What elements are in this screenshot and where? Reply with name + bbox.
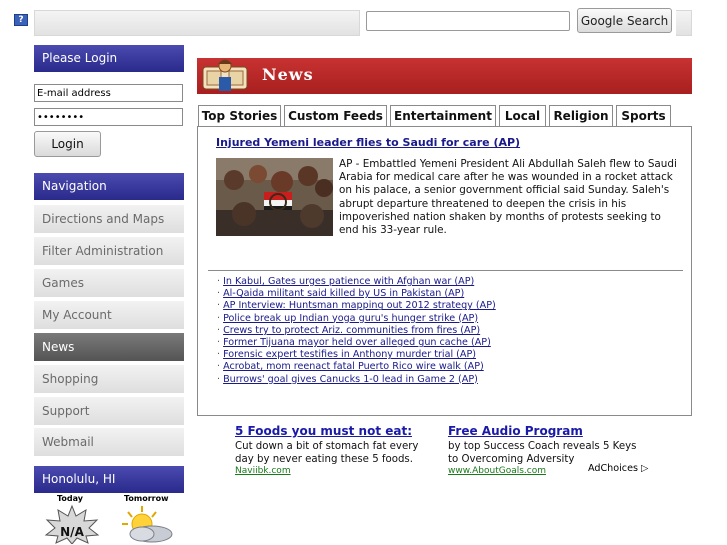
ad-url[interactable]: Naviibk.com <box>235 466 430 476</box>
nav-item-directions-and-maps[interactable]: Directions and Maps <box>34 205 184 233</box>
tab-custom-feeds[interactable]: Custom Feeds <box>284 105 387 126</box>
password-field[interactable] <box>34 108 183 126</box>
top-bar-end <box>676 10 692 36</box>
nav-item-news[interactable]: News <box>34 333 184 361</box>
google-search-button[interactable]: Google Search <box>577 8 672 33</box>
nav-item-filter-administration[interactable]: Filter Administration <box>34 237 184 265</box>
tab-entertainment[interactable]: Entertainment <box>390 105 496 126</box>
top-story-body: AP - Embattled Yemeni President Ali Abdu… <box>339 158 677 237</box>
tab-religion[interactable]: Religion <box>549 105 613 126</box>
ad-block: 5 Foods you must not eat: Cut down a bit… <box>235 424 430 476</box>
top-bar <box>34 10 360 36</box>
nav-item-shopping[interactable]: Shopping <box>34 365 184 393</box>
tab-local[interactable]: Local <box>499 105 546 126</box>
email-field[interactable] <box>34 84 183 102</box>
related-stories-list: · In Kabul, Gates urges patience with Afg… <box>217 276 496 386</box>
help-icon[interactable]: ? <box>14 14 28 26</box>
newsreader-icon <box>202 59 248 91</box>
nav-item-support[interactable]: Support <box>34 397 184 425</box>
top-story-headline[interactable]: Injured Yemeni leader flies to Saudi for… <box>216 136 520 149</box>
list-item[interactable]: · Forensic expert testifies in Anthony mu… <box>217 349 496 361</box>
weather-today-label: Today <box>57 494 83 503</box>
weather-today-value: N/A <box>60 525 84 539</box>
news-title: News <box>262 65 314 84</box>
list-item[interactable]: · Al-Qaida militant said killed by US in … <box>217 288 496 300</box>
tab-sports[interactable]: Sports <box>616 105 671 126</box>
weather-tomorrow-label: Tomorrow <box>124 494 169 503</box>
list-item[interactable]: · In Kabul, Gates urges patience with Afg… <box>217 276 496 288</box>
story-divider <box>208 270 683 271</box>
nav-item-webmail[interactable]: Webmail <box>34 428 184 456</box>
list-item[interactable]: · Acrobat, mom reenact fatal Puerto Rico … <box>217 361 496 373</box>
nav-item-my-account[interactable]: My Account <box>34 301 184 329</box>
list-item[interactable]: · Burrows' goal gives Canucks 1-0 lead in… <box>217 374 496 386</box>
list-item[interactable]: · Police break up Indian yoga guru's hung… <box>217 313 496 325</box>
login-button[interactable]: Login <box>34 131 101 157</box>
navigation-header: Navigation <box>34 173 184 200</box>
search-input[interactable] <box>366 11 570 31</box>
weather-location-header: Honolulu, HI <box>34 466 184 493</box>
list-item[interactable]: · Crews try to protect Ariz. communities … <box>217 325 496 337</box>
sun-cloud-icon <box>122 506 173 543</box>
nav-item-games[interactable]: Games <box>34 269 184 297</box>
na-burst-icon: N/A <box>44 504 100 544</box>
login-header: Please Login <box>34 45 184 72</box>
ad-title[interactable]: Free Audio Program <box>448 424 648 438</box>
list-item[interactable]: · Former Tijuana mayor held over alleged … <box>217 337 496 349</box>
list-item[interactable]: · AP Interview: Huntsman mapping out 2012… <box>217 300 496 312</box>
adchoices-link[interactable]: AdChoices ▷ <box>588 463 648 474</box>
tab-top-stories[interactable]: Top Stories <box>198 105 281 127</box>
ad-title[interactable]: 5 Foods you must not eat: <box>235 424 430 438</box>
story-photo[interactable] <box>216 158 333 236</box>
ad-description: Cut down a bit of stomach fat every day … <box>235 441 419 465</box>
